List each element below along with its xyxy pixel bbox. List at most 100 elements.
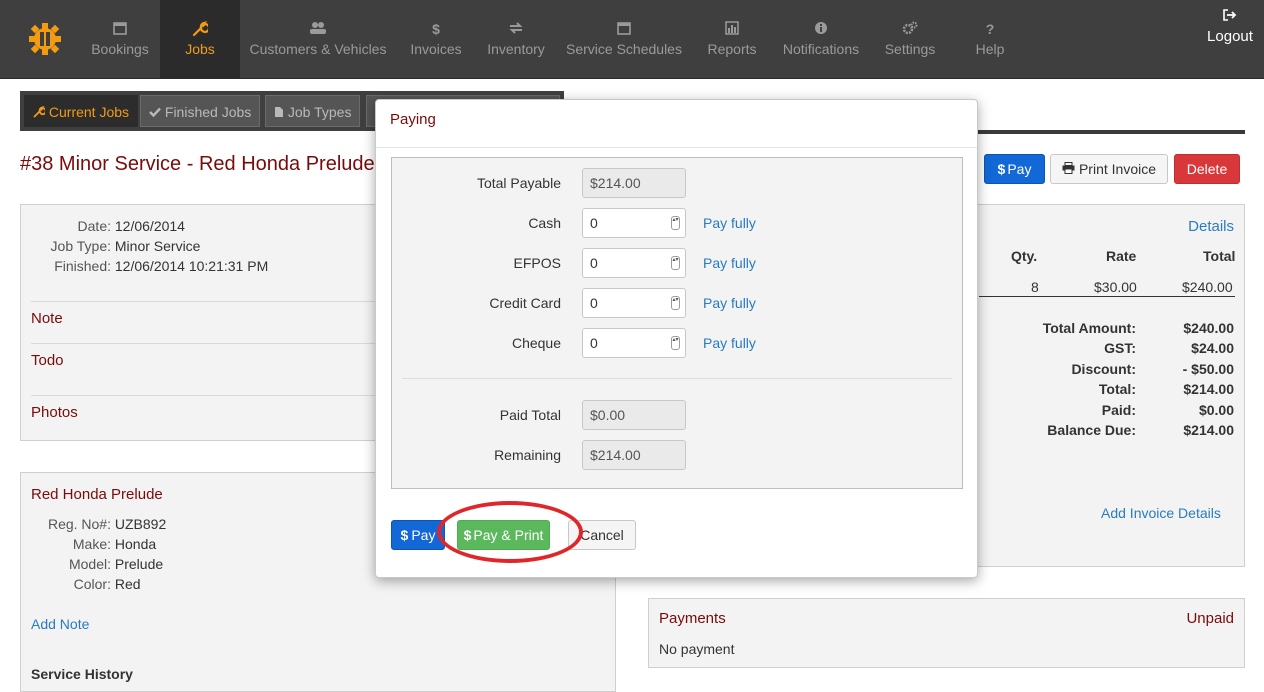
gst-value: $24.00 <box>1191 340 1234 356</box>
tab-current-jobs[interactable]: Current Jobs <box>24 95 139 127</box>
vehicle-model-label: Model: <box>68 556 111 572</box>
add-note-link[interactable]: Add Note <box>31 616 89 632</box>
file-icon <box>274 104 288 120</box>
nav-invoices-label: Invoices <box>410 41 462 57</box>
credit-card-input[interactable]: 0 ▴▾ <box>582 288 686 318</box>
delete-button[interactable]: Delete <box>1174 154 1240 184</box>
vehicle-make-row: Make: Honda <box>21 536 156 552</box>
nav-bookings[interactable]: Bookings <box>80 0 160 79</box>
dollar-icon: $ <box>997 161 1006 177</box>
vehicle-title: Red Honda Prelude <box>31 486 163 503</box>
spinner-icon[interactable]: ▴▾ <box>671 256 680 270</box>
logout-button[interactable]: Logout <box>1200 0 1260 79</box>
credit-card-pay-fully-link[interactable]: Pay fully <box>703 295 756 311</box>
tab-job-types[interactable]: Job Types <box>265 95 361 127</box>
nav-help[interactable]: ? Help <box>960 0 1020 79</box>
gear-logo-icon[interactable] <box>28 22 62 56</box>
vehicle-reg-label: Reg. No#: <box>47 516 111 532</box>
rate-header: Rate <box>1106 248 1137 264</box>
calendar-icon <box>113 21 127 39</box>
nav-reports-label: Reports <box>707 41 757 57</box>
efpos-input[interactable]: 0 ▴▾ <box>582 248 686 278</box>
note-section-title[interactable]: Note <box>31 310 63 327</box>
nav-jobs[interactable]: Jobs <box>160 0 240 79</box>
wrench-icon <box>33 104 49 120</box>
nav-invoices[interactable]: $ Invoices <box>400 0 472 79</box>
wrench-icon <box>192 21 211 39</box>
spinner-icon[interactable]: ▴▾ <box>671 296 680 310</box>
vehicle-reg-value: UZB892 <box>114 516 167 532</box>
nav-service-schedules[interactable]: Service Schedules <box>560 0 688 79</box>
paid-value: $0.00 <box>1198 402 1234 418</box>
cash-pay-fully-link[interactable]: Pay fully <box>703 215 756 231</box>
job-details-panel: Date: 12/06/2014 Job Type: Minor Service… <box>20 204 377 441</box>
nav-help-label: Help <box>975 41 1005 57</box>
job-date-value: 12/06/2014 <box>114 218 185 234</box>
nav-bookings-label: Bookings <box>91 41 149 57</box>
vehicle-color-label: Color: <box>73 576 111 592</box>
cash-input[interactable]: 0 ▴▾ <box>582 208 686 238</box>
paid-label: Paid: <box>1101 402 1136 418</box>
nav-reports[interactable]: Reports <box>700 0 764 79</box>
credit-card-label: Credit Card <box>489 295 561 311</box>
add-invoice-details-link[interactable]: Add Invoice Details <box>1101 505 1221 521</box>
print-invoice-label: Print Invoice <box>1078 161 1157 177</box>
efpos-pay-fully-link[interactable]: Pay fully <box>703 255 756 271</box>
payment-status-badge: Unpaid <box>1186 610 1234 627</box>
tab-finished-jobs[interactable]: Finished Jobs <box>140 95 261 127</box>
divider <box>31 343 377 344</box>
vehicle-color-row: Color: Red <box>21 576 141 592</box>
calendar-icon <box>617 21 631 39</box>
vehicle-make-value: Honda <box>114 536 157 552</box>
nav-customers-vehicles[interactable]: Customers & Vehicles <box>240 0 396 79</box>
payment-form: Total Payable $214.00 Cash 0 ▴▾ Pay full… <box>391 157 963 489</box>
pay-button[interactable]: $ Pay <box>984 154 1045 184</box>
tab-job-types-label: Job Types <box>287 104 352 120</box>
total-header: Total <box>1203 248 1236 264</box>
vehicle-model-row: Model: Prelude <box>21 556 163 572</box>
invoice-details-link[interactable]: Details <box>1188 218 1234 235</box>
highlight-ring <box>437 501 583 563</box>
question-icon: ? <box>985 21 995 37</box>
discount-value: - $50.00 <box>1182 361 1234 377</box>
nav-settings[interactable]: Settings <box>878 0 942 79</box>
vehicle-model-value: Prelude <box>114 556 164 572</box>
gst-label: GST: <box>1104 340 1136 356</box>
total-payable-field: $214.00 <box>582 168 686 198</box>
cheque-label: Cheque <box>511 335 561 351</box>
modal-pay-label: Pay <box>411 527 436 543</box>
header-rule <box>977 130 1245 134</box>
tab-current-jobs-label: Current Jobs <box>48 104 130 120</box>
print-invoice-button[interactable]: Print Invoice <box>1050 154 1168 184</box>
total-amount-label: Total Amount: <box>1042 320 1136 336</box>
check-icon <box>149 104 165 120</box>
nav-notifications[interactable]: Notifications <box>776 0 866 79</box>
nav-notifications-label: Notifications <box>782 41 860 57</box>
photos-section-title[interactable]: Photos <box>31 404 78 421</box>
remaining-field: $214.00 <box>582 440 686 470</box>
line-rate: $30.00 <box>1094 279 1137 295</box>
job-finished-row: Finished: 12/06/2014 10:21:31 PM <box>21 258 268 274</box>
paid-total-field: $0.00 <box>582 400 686 430</box>
spinner-icon[interactable]: ▴▾ <box>671 216 680 230</box>
paid-total-label: Paid Total <box>499 407 561 423</box>
remaining-label: Remaining <box>494 447 561 463</box>
cheque-pay-fully-link[interactable]: Pay fully <box>703 335 756 351</box>
discount-label: Discount: <box>1071 361 1136 377</box>
nav-inventory[interactable]: Inventory <box>476 0 556 79</box>
cheque-input[interactable]: 0 ▴▾ <box>582 328 686 358</box>
qty-header: Qty. <box>1011 248 1038 264</box>
exchange-icon <box>508 21 524 39</box>
todo-section-title[interactable]: Todo <box>31 352 64 369</box>
job-date-row: Date: 12/06/2014 <box>21 218 185 234</box>
logout-label: Logout <box>1207 28 1253 45</box>
vehicle-reg-row: Reg. No#: UZB892 <box>21 516 166 532</box>
total-label: Total: <box>1098 381 1136 397</box>
vehicle-color-value: Red <box>114 576 141 592</box>
nav-customers-label: Customers & Vehicles <box>249 41 387 57</box>
total-value: $214.00 <box>1183 381 1234 397</box>
cheque-value: 0 <box>590 335 598 351</box>
spinner-icon[interactable]: ▴▾ <box>671 336 680 350</box>
job-type-label: Job Type: <box>50 238 111 254</box>
nav-jobs-label: Jobs <box>185 41 215 57</box>
